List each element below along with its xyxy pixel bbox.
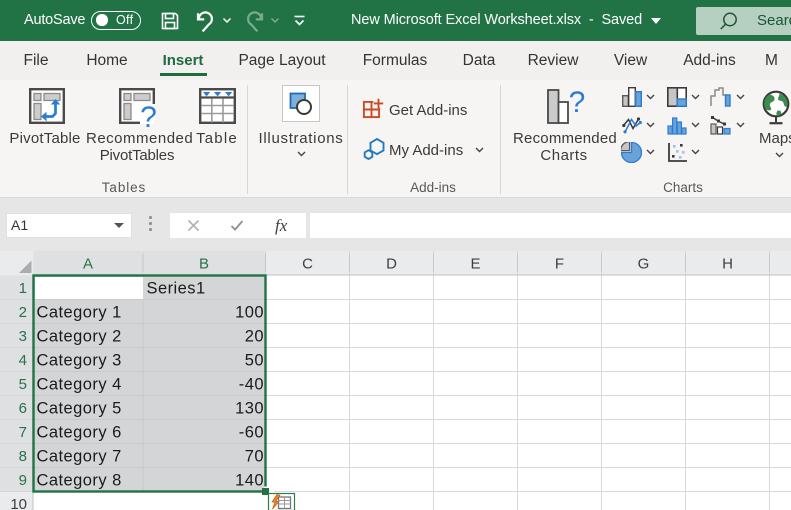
svg-text:6: 6	[19, 400, 27, 417]
svg-text:A: A	[83, 256, 93, 273]
svg-text:2: 2	[19, 304, 27, 321]
svg-text:1: 1	[19, 280, 27, 297]
svg-text:?: ?	[569, 88, 586, 119]
svg-text:E: E	[470, 256, 480, 273]
svg-text:50: 50	[245, 351, 264, 369]
svg-text:H: H	[722, 256, 733, 273]
svg-text:Category 4: Category 4	[37, 375, 122, 393]
svg-text:D: D	[386, 256, 397, 273]
svg-text:Category 7: Category 7	[37, 447, 122, 465]
svg-text:Category 5: Category 5	[37, 399, 122, 417]
svg-text:3: 3	[19, 328, 27, 345]
svg-text:7: 7	[19, 424, 27, 441]
svg-text:10: 10	[10, 496, 27, 510]
svg-text:C: C	[302, 256, 313, 273]
svg-text:Series1: Series1	[147, 279, 206, 297]
svg-text:100: 100	[235, 303, 264, 321]
svg-text:140: 140	[235, 471, 264, 489]
svg-text:-40: -40	[239, 375, 264, 393]
svg-text:8: 8	[19, 448, 27, 465]
svg-text:Category 6: Category 6	[37, 423, 122, 441]
svg-text:9: 9	[19, 472, 27, 489]
svg-text:F: F	[555, 256, 564, 273]
svg-text:?: ?	[140, 101, 157, 130]
svg-text:Category 1: Category 1	[37, 303, 122, 321]
svg-text:B: B	[199, 256, 209, 273]
svg-text:130: 130	[235, 399, 264, 417]
svg-text:5: 5	[19, 376, 27, 393]
svg-text:70: 70	[245, 447, 264, 465]
svg-text:20: 20	[245, 327, 264, 345]
svg-text:Category 3: Category 3	[37, 351, 122, 369]
svg-text:-60: -60	[239, 423, 264, 441]
svg-text:G: G	[638, 256, 650, 273]
svg-text:4: 4	[19, 352, 27, 369]
svg-text:Category 8: Category 8	[37, 471, 122, 489]
svg-text:Category 2: Category 2	[37, 327, 122, 345]
